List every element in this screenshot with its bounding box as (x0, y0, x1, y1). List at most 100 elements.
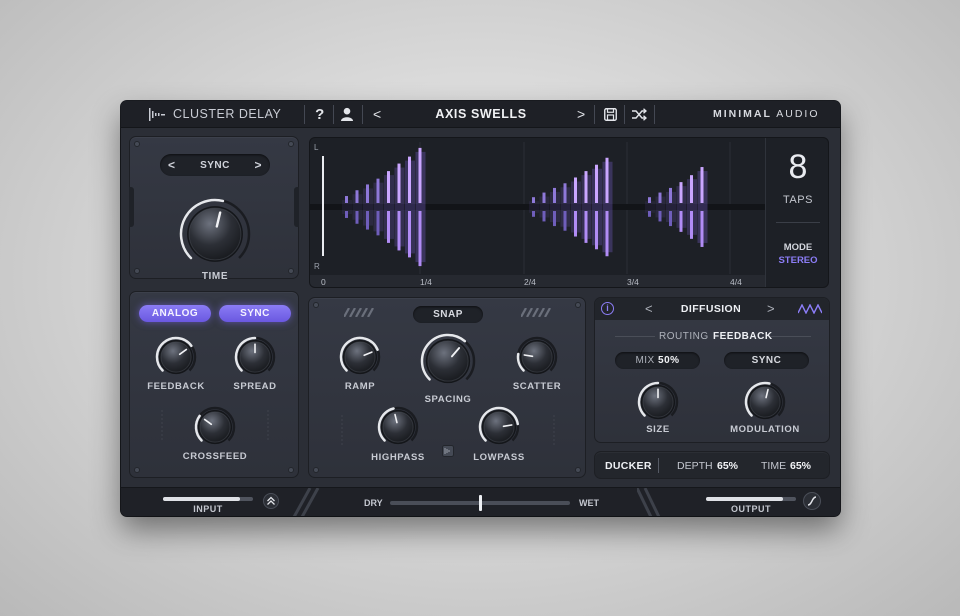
size-knob[interactable] (637, 381, 679, 423)
output-slider[interactable] (706, 497, 796, 501)
tap-bar-left[interactable] (542, 192, 546, 203)
help-button[interactable]: ? (311, 101, 329, 128)
preset-name[interactable]: AXIS SWELLS (401, 101, 561, 128)
modulation-knob[interactable] (744, 381, 786, 423)
depth-value[interactable]: 65% (717, 460, 738, 472)
tap-bar-left[interactable] (690, 175, 693, 203)
preset-next-button[interactable]: > (577, 101, 586, 128)
tap-bar-right[interactable] (584, 211, 588, 243)
tap-bar-left[interactable] (679, 182, 683, 203)
tap-bar-right[interactable] (669, 211, 672, 227)
spread-knob[interactable] (234, 336, 276, 378)
diffusion-prev-button[interactable]: < (645, 301, 653, 316)
tap-bar-left[interactable] (345, 196, 348, 203)
dry-wet-slider-thumb[interactable] (478, 495, 482, 511)
tap-bar-left[interactable] (376, 178, 380, 203)
lowpass-knob[interactable] (478, 406, 520, 448)
tap-bar-right[interactable] (690, 211, 693, 239)
diffusion-title[interactable]: DIFFUSION (665, 303, 757, 315)
chevrons-up-icon[interactable] (263, 493, 279, 509)
tap-bar-left[interactable] (648, 197, 651, 203)
time-mode-next-button[interactable]: > (254, 158, 262, 172)
tap-bar-right[interactable] (595, 211, 598, 250)
spacing-panel: SNAP RAMP SPACING SCATTER HIGHPASS LOWPA… (308, 297, 586, 478)
tap-bar-left[interactable] (700, 167, 704, 203)
diffusion-sync-toggle[interactable]: SYNC (724, 352, 809, 369)
tap-bar-left[interactable] (658, 192, 662, 203)
tap-bar-left[interactable] (408, 156, 411, 203)
tap-bar-left[interactable] (355, 190, 359, 203)
highpass-knob[interactable] (377, 406, 419, 448)
tap-bar-left[interactable] (584, 171, 588, 203)
time-knob[interactable] (179, 198, 251, 270)
tap-display[interactable]: L R 0 1/4 2/4 3/4 4/4 8 TAPS MODE STEREO (309, 137, 829, 288)
tap-bar-left[interactable] (387, 171, 390, 203)
wave-icon[interactable] (798, 304, 822, 314)
mode-value[interactable]: STEREO (766, 255, 828, 266)
time-mode-prev-button[interactable]: < (168, 158, 176, 172)
tap-bar-right[interactable] (355, 211, 359, 224)
brand-logo: MINIMAL AUDIO (713, 101, 820, 128)
taps-label: TAPS (783, 194, 813, 206)
analog-toggle[interactable]: ANALOG (139, 305, 211, 322)
side-grip (129, 187, 134, 227)
curve-icon[interactable] (803, 492, 821, 510)
tap-bar-right[interactable] (366, 211, 369, 230)
ducker-time-value[interactable]: 65% (790, 460, 811, 472)
tap-visualizer[interactable] (310, 138, 765, 288)
spacing-label: SPACING (424, 394, 472, 405)
sync-toggle[interactable]: SYNC (219, 305, 291, 322)
snap-toggle[interactable]: SNAP (413, 306, 483, 323)
input-slider[interactable] (163, 497, 253, 501)
diffusion-power-button[interactable]: i (601, 302, 614, 315)
ducker-panel[interactable]: DUCKER DEPTH 65% TIME 65% (594, 451, 830, 479)
tap-bar-right[interactable] (542, 211, 546, 222)
tap-bar-left[interactable] (574, 177, 577, 203)
tap-bar-left[interactable] (669, 187, 672, 203)
tap-bar-right[interactable] (345, 211, 348, 218)
crossfeed-knob[interactable] (194, 406, 236, 448)
tap-bar-right[interactable] (700, 211, 704, 247)
diffusion-next-button[interactable]: > (767, 301, 775, 316)
brand-light: AUDIO (771, 108, 820, 120)
ducker-label: DUCKER (605, 460, 652, 472)
tap-bar-right[interactable] (397, 211, 401, 251)
tap-bar-right[interactable] (387, 211, 390, 243)
tap-bar-right[interactable] (553, 211, 556, 227)
dry-wet-slider[interactable] (390, 495, 570, 511)
tap-bar-right[interactable] (605, 211, 609, 257)
scatter-knob[interactable] (516, 336, 558, 378)
tap-bar-left[interactable] (397, 163, 401, 203)
feedback-knob[interactable] (155, 336, 197, 378)
tap-bar-right[interactable] (532, 211, 535, 217)
tap-bar-right[interactable] (679, 211, 683, 232)
tap-bar-right[interactable] (648, 211, 651, 217)
mix-control[interactable]: MIX 50% (615, 352, 700, 369)
tap-bar-right[interactable] (563, 211, 567, 231)
ducker-time-label: TIME (761, 460, 787, 472)
tap-bar-left[interactable] (563, 183, 567, 203)
ramp-knob[interactable] (339, 336, 381, 378)
link-icon[interactable] (442, 445, 454, 457)
tap-bar-right[interactable] (408, 211, 411, 258)
taps-count[interactable]: 8 (766, 148, 828, 187)
grip-lines (341, 415, 343, 445)
routing-value[interactable]: FEEDBACK (713, 331, 773, 342)
tap-bar-left[interactable] (532, 197, 535, 203)
tap-bar-left[interactable] (595, 164, 598, 203)
time-mode-selector[interactable]: < SYNC > (160, 154, 270, 176)
tap-bar-left[interactable] (605, 157, 609, 203)
preset-prev-button[interactable]: < (373, 101, 382, 128)
tap-bar-left[interactable] (418, 147, 422, 203)
screw (575, 467, 581, 473)
tap-bar-right[interactable] (658, 211, 662, 222)
tap-bar-right[interactable] (376, 211, 380, 236)
tap-bar-right[interactable] (574, 211, 577, 237)
tap-bar-right[interactable] (418, 211, 422, 267)
spacing-knob[interactable] (420, 333, 476, 389)
tap-bar-left[interactable] (366, 184, 369, 203)
user-icon[interactable] (340, 107, 354, 121)
shuffle-icon[interactable] (632, 108, 647, 121)
tap-bar-left[interactable] (553, 187, 556, 203)
save-icon[interactable] (604, 108, 617, 121)
